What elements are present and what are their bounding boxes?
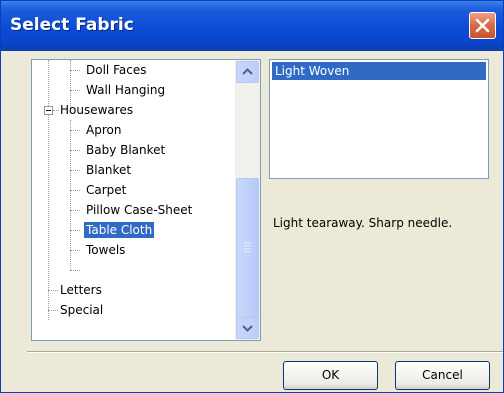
tree-scrollbar[interactable] — [235, 60, 260, 340]
tree-item-special[interactable]: Special — [60, 300, 103, 320]
tree-item-towels[interactable]: Towels — [86, 240, 125, 260]
scroll-up-button[interactable] — [236, 61, 259, 83]
fabric-category-tree[interactable]: Doll Faces Wall Hanging Housewares Apron… — [31, 59, 261, 341]
tree-item-carpet[interactable]: Carpet — [86, 180, 126, 200]
grip-icon — [244, 242, 251, 253]
fabric-description: Light tearaway. Sharp needle. — [273, 216, 453, 230]
scroll-down-button[interactable] — [236, 317, 259, 339]
tree-item-wall-hanging[interactable]: Wall Hanging — [86, 80, 165, 100]
close-x-icon — [475, 18, 490, 33]
scroll-up-arrow-icon — [242, 68, 253, 75]
collapse-minus-icon[interactable] — [44, 106, 53, 115]
close-button[interactable] — [469, 12, 496, 39]
tree-item-baby-blanket[interactable]: Baby Blanket — [86, 140, 165, 160]
tree-item-pillow-case-sheet[interactable]: Pillow Case-Sheet — [86, 200, 192, 220]
select-fabric-dialog: Select Fabric Doll Faces Wall Hanging Ho… — [0, 0, 504, 393]
fabric-item-light-woven[interactable]: Light Woven — [272, 62, 486, 80]
tree-item-blanket[interactable]: Blanket — [86, 160, 131, 180]
scroll-thumb[interactable] — [236, 178, 259, 318]
tree-item-apron[interactable]: Apron — [86, 120, 121, 140]
title-bar[interactable]: Select Fabric — [1, 1, 503, 51]
scroll-down-arrow-icon — [242, 325, 253, 332]
ok-button[interactable]: OK — [283, 361, 378, 390]
window-title: Select Fabric — [10, 15, 134, 35]
cancel-button[interactable]: Cancel — [395, 361, 490, 390]
tree-item-housewares[interactable]: Housewares — [60, 100, 133, 120]
separator — [27, 351, 503, 353]
tree-item-letters[interactable]: Letters — [60, 280, 102, 300]
fabric-type-list[interactable]: Light Woven — [269, 59, 489, 179]
tree-item-table-cloth[interactable]: Table Cloth — [84, 220, 155, 240]
tree-item-doll-faces[interactable]: Doll Faces — [86, 60, 146, 80]
